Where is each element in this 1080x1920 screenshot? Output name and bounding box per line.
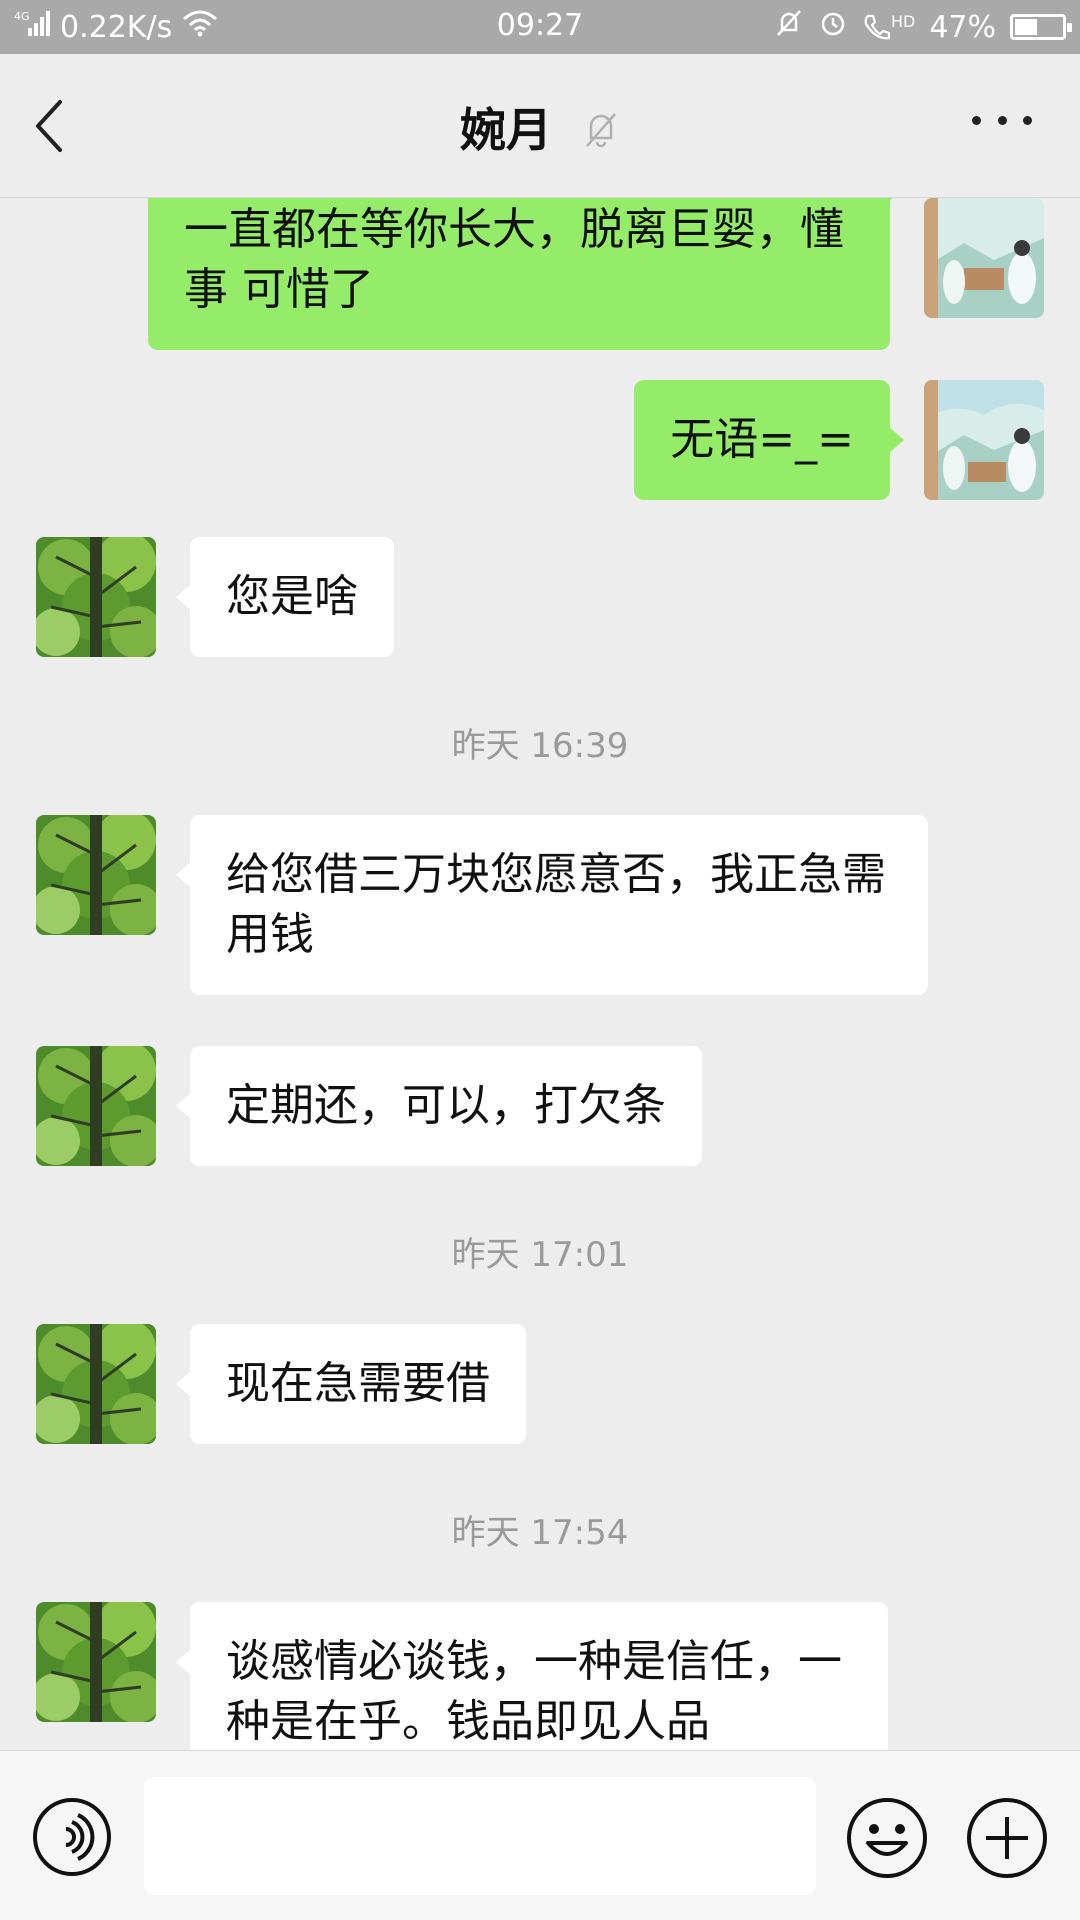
avatar[interactable] [36,1602,156,1722]
hd-call-icon: HD [862,12,915,42]
avatar[interactable] [36,815,156,935]
status-bar: 4G 0.22K/s 09:27 HD 47% [0,0,1080,54]
message-bubble[interactable]: 定期还，可以，打欠条 [176,1046,702,1166]
more-icon-dot [972,116,981,125]
voice-button[interactable] [32,1797,112,1877]
alarm-icon [818,8,848,46]
more-icon-dot [997,116,1007,125]
message-bubble[interactable]: 谈感情必谈钱，一种是信任，一种是在乎。钱品即见人品 [176,1602,888,1750]
contact-name: 婉月 [459,103,552,157]
battery-icon [1010,14,1072,40]
mute-bell-icon [582,107,620,161]
message-bubble[interactable]: 现在急需要借 [176,1324,526,1444]
message-bubble[interactable]: 给您借三万块您愿意否，我正急需用钱 [176,815,928,995]
message-bubble[interactable]: 一直都在等你长大，脱离巨婴，懂事 可惜了 [148,198,904,350]
message-list[interactable]: 一直都在等你长大，脱离巨婴，懂事 可惜了 无语=_= 您是啥 昨天 16:39 … [0,198,1080,1750]
input-bar [0,1750,1080,1920]
emoji-button[interactable] [846,1797,928,1879]
message-bubble[interactable]: 无语=_= [634,380,904,500]
voice-icon [32,1798,112,1881]
more-icon-dot [1023,116,1032,125]
avatar[interactable] [924,380,1044,500]
battery-percent: 47% [929,9,996,45]
avatar[interactable] [36,537,156,657]
chat-header: 婉月 [0,54,1080,198]
plus-button[interactable] [966,1797,1048,1879]
avatar[interactable] [924,198,1044,318]
hd-label: HD [890,12,916,31]
chat-title: 婉月 [0,94,1080,161]
message-input[interactable] [144,1777,816,1895]
notification-off-icon [774,8,804,46]
timestamp: 昨天 17:54 [451,1513,629,1553]
plus-icon [966,1798,1048,1883]
avatar[interactable] [36,1046,156,1166]
timestamp: 昨天 17:01 [451,1235,629,1275]
more-button[interactable] [972,116,1032,136]
message-bubble[interactable]: 您是啥 [176,537,394,657]
emoji-icon [846,1798,928,1883]
timestamp: 昨天 16:39 [451,726,629,766]
avatar[interactable] [36,1324,156,1444]
